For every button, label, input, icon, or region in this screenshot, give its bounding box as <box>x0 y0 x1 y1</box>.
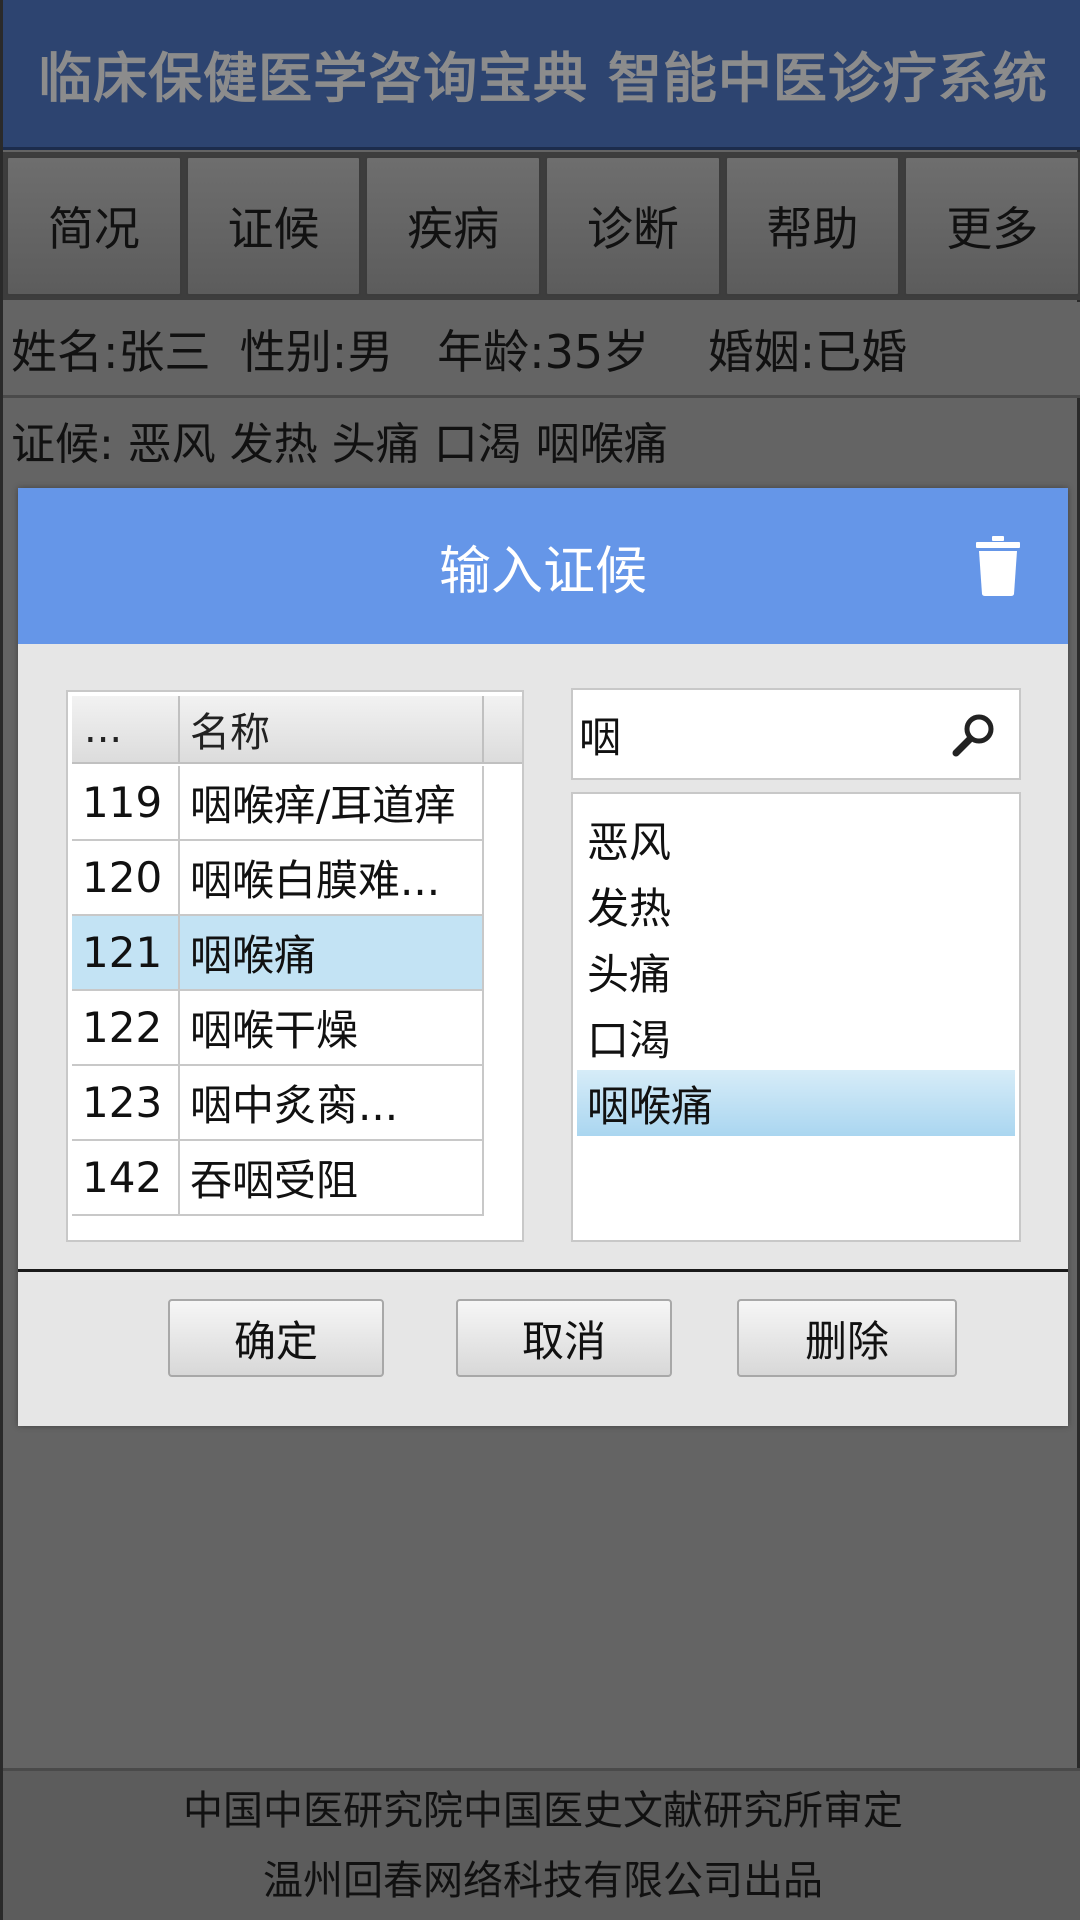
grid-header: ... 名称 <box>72 696 522 764</box>
table-row[interactable]: 122 咽喉干燥 <box>72 991 484 1066</box>
column-header-name[interactable]: 名称 <box>180 696 484 762</box>
cancel-button[interactable]: 取消 <box>456 1299 672 1377</box>
tab-help[interactable]: 帮助 <box>724 156 901 296</box>
delete-button[interactable]: 删除 <box>737 1299 957 1377</box>
syndromes-summary: 证候: 恶风 发热 头痛 口渴 咽喉痛 <box>11 419 668 470</box>
table-row-selected[interactable]: 121 咽喉痛 <box>72 916 484 991</box>
tab-syndromes[interactable]: 证候 <box>185 156 362 296</box>
footer: 中国中医研究院中国医史文献研究所审定 温州回春网络科技有限公司出品 <box>3 1768 1080 1920</box>
patient-info: 姓名:张三 性别:男 年龄:35岁 婚姻:已婚 <box>3 302 1080 398</box>
dialog-title: 输入证候 <box>438 541 647 602</box>
tab-bar: 简况 证候 疾病 诊断 帮助 更多 <box>3 152 1080 300</box>
tab-diseases[interactable]: 疾病 <box>365 156 542 296</box>
list-item[interactable]: 发热 <box>577 872 1015 938</box>
row-name: 咽喉痒/耳道痒 <box>180 766 484 839</box>
tab-overview[interactable]: 简况 <box>6 156 182 296</box>
grid-rows: 119 咽喉痒/耳道痒 120 咽喉白膜难... 121 咽喉痛 122 咽喉干… <box>72 766 484 1216</box>
row-name: 咽中炙脔... <box>180 1066 484 1139</box>
trash-icon[interactable] <box>976 536 1020 596</box>
list-item-selected[interactable]: 咽喉痛 <box>577 1070 1015 1136</box>
column-header-filler <box>484 696 522 762</box>
row-number: 119 <box>72 766 180 839</box>
dialog-header: 输入证候 <box>18 488 1068 644</box>
footer-line-review: 中国中医研究院中国医史文献研究所审定 <box>183 1787 903 1834</box>
tab-more[interactable]: 更多 <box>904 156 1080 296</box>
table-row[interactable]: 123 咽中炙脔... <box>72 1066 484 1141</box>
syndrome-candidate-grid: ... 名称 119 咽喉痒/耳道痒 120 咽喉白膜难... 121 咽喉痛 <box>66 690 524 1242</box>
row-name: 咽喉干燥 <box>180 991 484 1064</box>
row-number: 121 <box>72 916 180 989</box>
app-title: 临床保健医学咨询宝典 智能中医诊疗系统 <box>38 47 1048 110</box>
table-row[interactable]: 142 吞咽受阻 <box>72 1141 484 1216</box>
footer-line-publisher: 温州回春网络科技有限公司出品 <box>263 1857 823 1904</box>
row-number: 142 <box>72 1141 180 1214</box>
list-item[interactable]: 头痛 <box>577 938 1015 1004</box>
input-syndrome-dialog: 输入证候 ... 名称 119 咽喉痒/耳道痒 120 咽喉白膜难... 121… <box>18 488 1068 1426</box>
row-name: 吞咽受阻 <box>180 1141 484 1214</box>
list-item[interactable]: 口渴 <box>577 1004 1015 1070</box>
row-number: 122 <box>72 991 180 1064</box>
list-item[interactable]: 恶风 <box>577 806 1015 872</box>
selected-syndrome-list: 恶风 发热 头痛 口渴 咽喉痛 <box>571 792 1021 1242</box>
app-frame: 临床保健医学咨询宝典 智能中医诊疗系统 简况 证候 疾病 诊断 帮助 更多 姓名… <box>0 0 1080 1920</box>
tab-diagnosis[interactable]: 诊断 <box>545 156 721 296</box>
dialog-divider <box>18 1269 1068 1272</box>
table-row[interactable]: 120 咽喉白膜难... <box>72 841 484 916</box>
search-icon[interactable] <box>951 712 997 758</box>
column-header-number[interactable]: ... <box>72 696 180 762</box>
row-name: 咽喉白膜难... <box>180 841 484 914</box>
confirm-button[interactable]: 确定 <box>168 1299 384 1377</box>
row-name: 咽喉痛 <box>180 916 484 989</box>
row-number: 123 <box>72 1066 180 1139</box>
search-input[interactable] <box>579 709 939 759</box>
row-number: 120 <box>72 841 180 914</box>
app-header: 临床保健医学咨询宝典 智能中医诊疗系统 <box>3 0 1080 150</box>
search-box <box>571 688 1021 780</box>
table-row[interactable]: 119 咽喉痒/耳道痒 <box>72 766 484 841</box>
